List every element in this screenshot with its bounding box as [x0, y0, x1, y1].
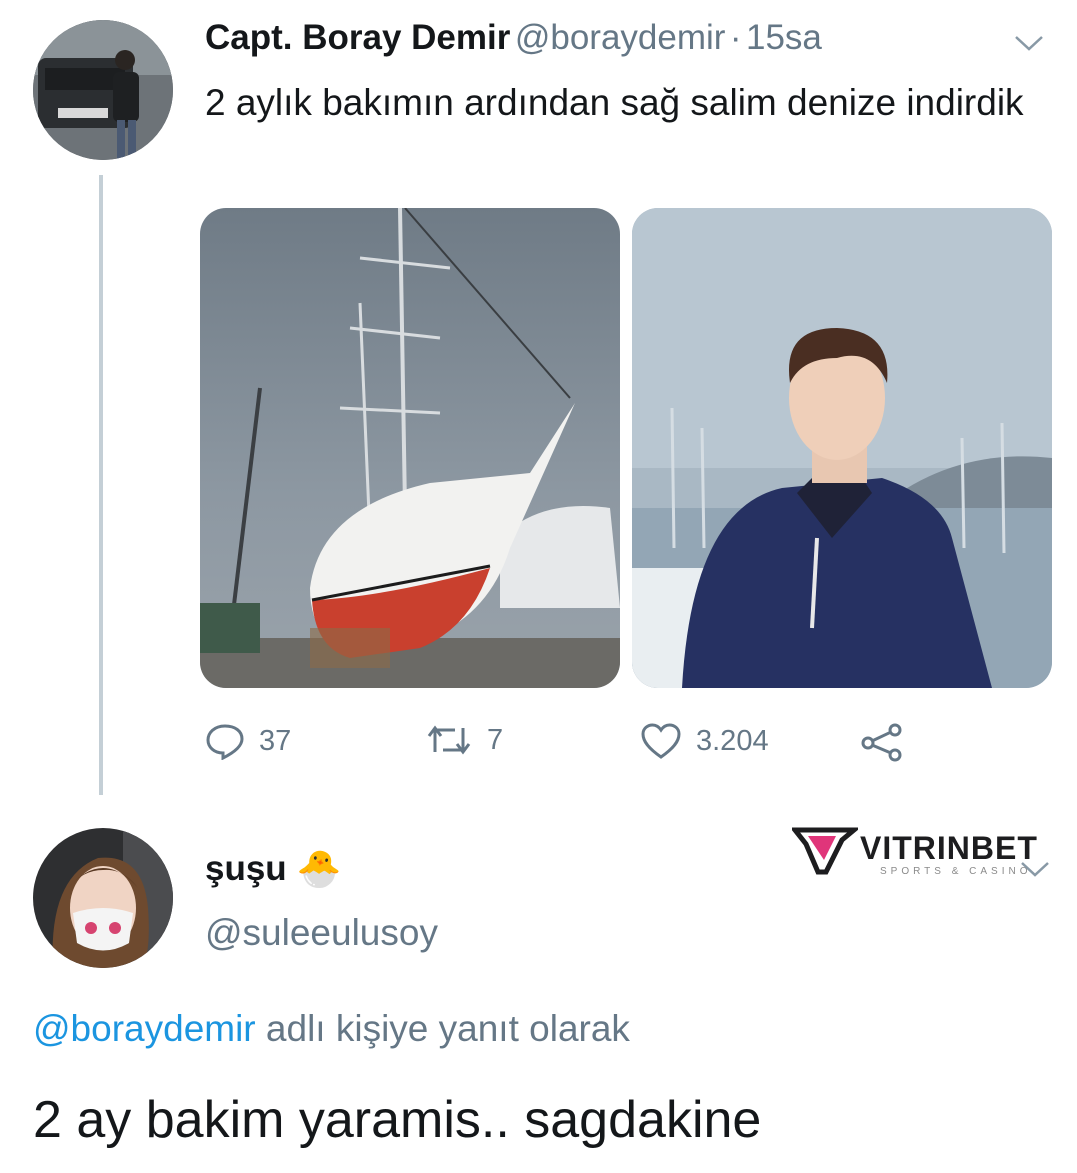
tweet-header: Capt. Boray Demir @boraydemir · 15sa: [205, 18, 822, 58]
share-action[interactable]: [860, 722, 904, 762]
reply-count: 37: [259, 724, 292, 757]
replying-to: @boraydemir adlı kişiye yanıt olarak: [33, 1008, 630, 1050]
hatching-chick-icon: 🐣: [296, 848, 342, 889]
watermark-tagline: SPORTS & CASINO: [880, 866, 1032, 877]
like-action[interactable]: 3.204: [640, 722, 769, 760]
heart-icon: [640, 722, 682, 760]
reply-action[interactable]: 37: [205, 722, 291, 760]
tweet-image-portrait[interactable]: [632, 208, 1052, 688]
retweet-action[interactable]: 7: [425, 722, 503, 758]
reply-icon: [205, 722, 245, 760]
reply-author-handle[interactable]: @suleeulusoy: [205, 912, 438, 954]
author-handle[interactable]: @boraydemir: [515, 18, 726, 57]
reply-to-suffix: adlı kişiye yanıt olarak: [265, 1008, 630, 1049]
reply-text: 2 ay bakim yaramis.. sagdakine: [33, 1091, 762, 1149]
reply-chevron-down-icon[interactable]: [1018, 858, 1052, 885]
retweet-icon: [425, 722, 473, 758]
tweet-text: 2 aylık bakımın ardından sağ salim deniz…: [205, 82, 1024, 123]
thread-line: [99, 175, 103, 795]
reply-to-mention[interactable]: @boraydemir: [33, 1008, 256, 1049]
author-name[interactable]: Capt. Boray Demir: [205, 18, 510, 57]
retweet-count: 7: [487, 723, 504, 756]
reply-author-name[interactable]: şuşu: [205, 849, 287, 889]
reply-header: şuşu 🐣: [205, 848, 342, 890]
chevron-down-icon[interactable]: [1012, 32, 1046, 59]
separator-dot: ·: [729, 18, 742, 57]
share-icon: [860, 722, 904, 762]
tweet-image-ship[interactable]: [200, 208, 620, 688]
watermark-brand: VITRINBET: [860, 830, 1038, 866]
brand-logo-icon: [792, 827, 858, 875]
reply-author-avatar[interactable]: [33, 828, 173, 968]
like-count: 3.204: [696, 724, 769, 757]
tweet-time[interactable]: 15sa: [746, 18, 822, 57]
watermark: VITRINBET SPORTS & CASINO: [792, 826, 1037, 882]
author-avatar[interactable]: [33, 20, 173, 160]
